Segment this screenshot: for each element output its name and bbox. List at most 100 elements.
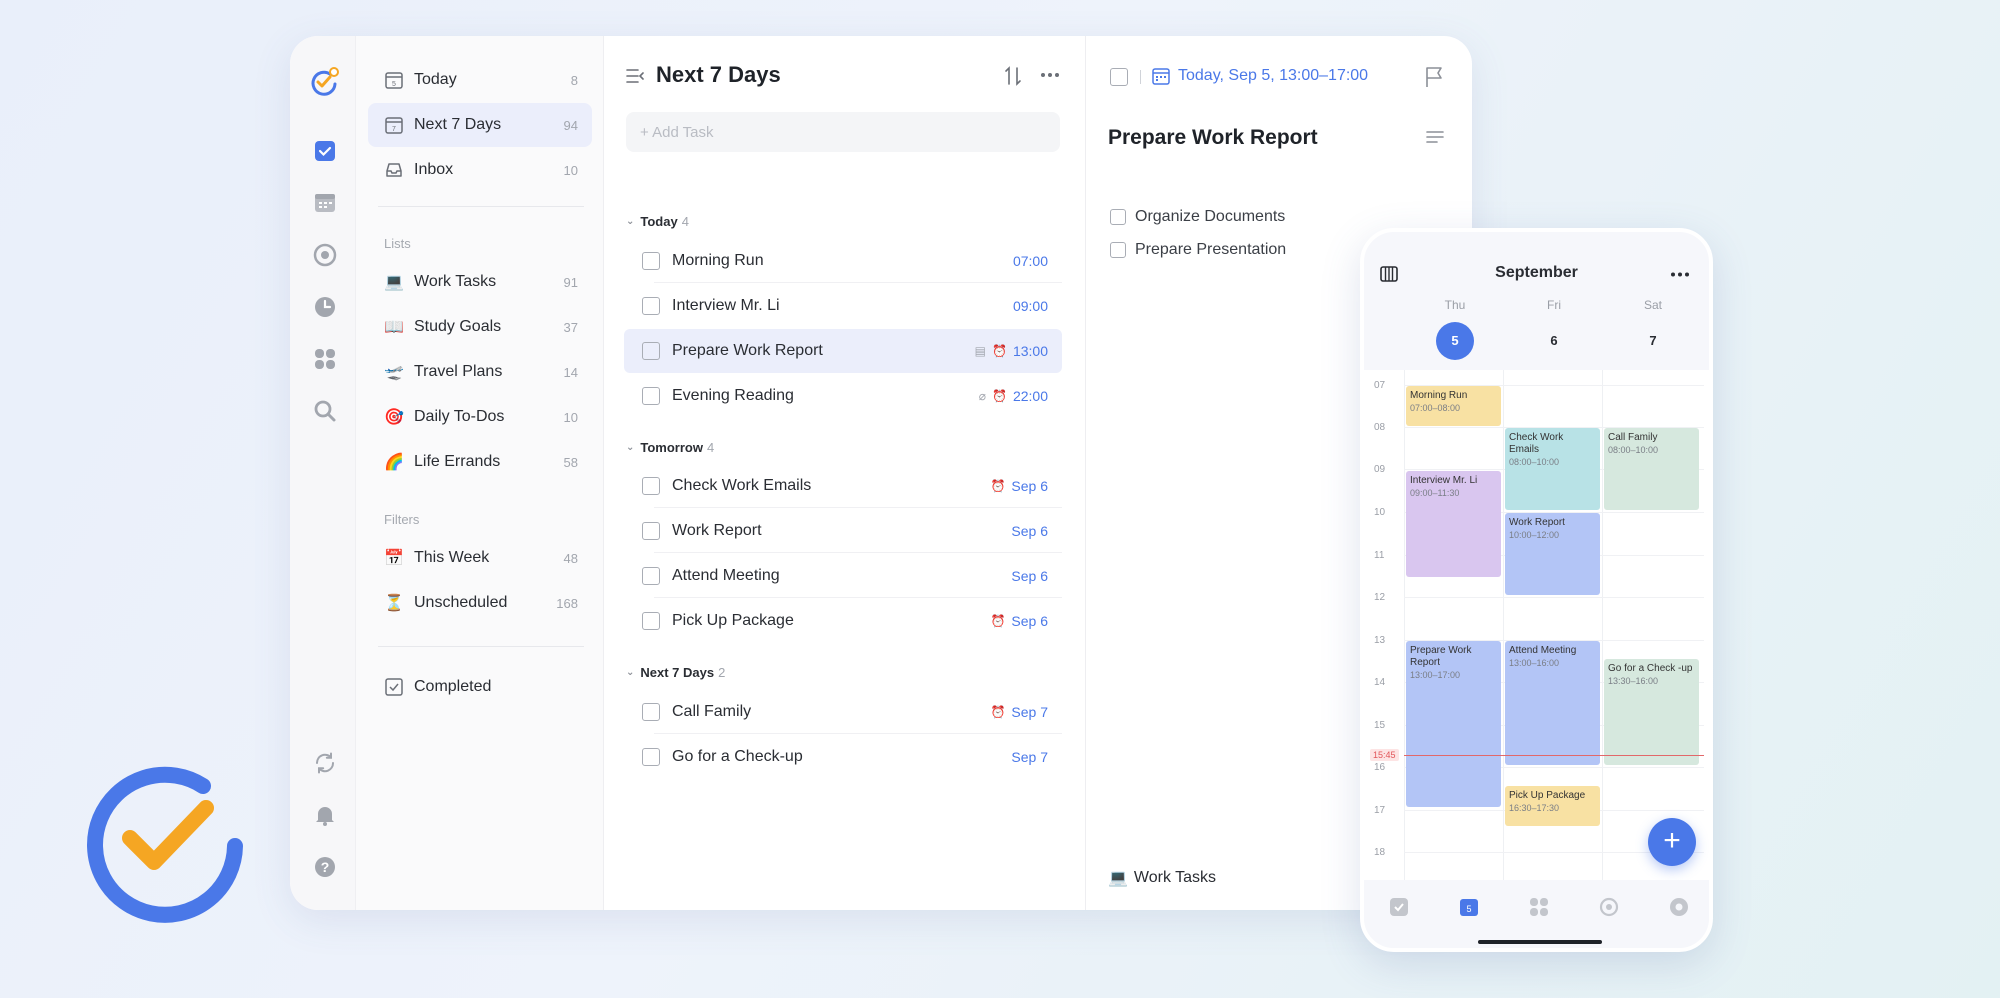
task-row[interactable]: Work Report Sep 6: [624, 509, 1062, 553]
sidebar-item-today[interactable]: 5 Today 8: [368, 58, 592, 102]
app-logo-icon[interactable]: [308, 66, 340, 98]
collapse-sidebar-icon[interactable]: [626, 68, 644, 84]
more-options-icon[interactable]: [1040, 72, 1060, 78]
description-menu-icon[interactable]: [1426, 130, 1444, 144]
task-row[interactable]: Morning Run 07:00: [624, 239, 1062, 283]
calendar-event[interactable]: Prepare Work Report 13:00–17:00: [1406, 641, 1501, 807]
calendar-event[interactable]: Go for a Check -up 13:30–16:00: [1604, 659, 1699, 765]
due-date-button[interactable]: Today, Sep 5, 13:00–17:00: [1152, 67, 1368, 85]
calendar-event[interactable]: Pick Up Package 16:30–17:30: [1505, 786, 1600, 826]
focus-tab-icon[interactable]: [1598, 896, 1620, 918]
tasks-tab-icon[interactable]: [1388, 896, 1410, 918]
subtask-item[interactable]: Organize Documents: [1110, 208, 1285, 226]
task-row[interactable]: Go for a Check-up Sep 7: [624, 735, 1062, 779]
alarm-icon: ⏰: [990, 614, 1006, 628]
matrix-tab-icon[interactable]: [1528, 896, 1550, 918]
priority-flag-icon[interactable]: [1424, 66, 1444, 88]
task-row[interactable]: Interview Mr. Li 09:00: [624, 284, 1062, 328]
sidebar-item-completed[interactable]: Completed: [368, 665, 592, 709]
add-event-fab[interactable]: +: [1648, 818, 1696, 866]
focus-tab-icon[interactable]: [312, 242, 338, 268]
sidebar-item-life-errands[interactable]: 🌈 Life Errands 58: [368, 440, 592, 484]
task-checkbox[interactable]: [642, 748, 660, 766]
task-row[interactable]: Check Work Emails ⏰ Sep 6: [624, 464, 1062, 508]
settings-tab-icon[interactable]: [1668, 896, 1690, 918]
task-row[interactable]: Call Family ⏰ Sep 7: [624, 690, 1062, 734]
task-checkbox[interactable]: [642, 703, 660, 721]
list-title: Next 7 Days: [656, 62, 781, 87]
day-number[interactable]: 6: [1535, 322, 1573, 360]
sidebar-item-work-tasks[interactable]: 💻 Work Tasks 91: [368, 260, 592, 304]
day-number[interactable]: 7: [1634, 322, 1672, 360]
calendar-event[interactable]: Attend Meeting 13:00–16:00: [1505, 641, 1600, 765]
hourglass-emoji-icon: ⏳: [384, 595, 404, 612]
subtask-checkbox[interactable]: [1110, 209, 1126, 225]
search-icon[interactable]: [312, 398, 338, 424]
list-selector[interactable]: 💻 Work Tasks: [1108, 868, 1216, 888]
task-checkbox[interactable]: [642, 387, 660, 405]
sidebar-item-next-7-days[interactable]: 7 Next 7 Days 94: [368, 103, 592, 147]
alarm-icon: ⏰: [992, 389, 1007, 403]
task-list-panel: Next 7 Days + Add Task ⌄ Today 4 Morning…: [604, 36, 1086, 910]
matrix-tab-icon[interactable]: [312, 346, 338, 372]
habit-tab-icon[interactable]: [312, 294, 338, 320]
group-header-tomorrow[interactable]: ⌄ Tomorrow 4: [626, 440, 714, 455]
hour-label: 13: [1374, 635, 1386, 646]
hour-label: 16: [1374, 762, 1386, 773]
column-divider: [1404, 370, 1405, 880]
sidebar-item-travel-plans[interactable]: 🛫 Travel Plans 14: [368, 350, 592, 394]
task-checkbox[interactable]: [642, 477, 660, 495]
hour-label: 10: [1374, 507, 1386, 518]
sidebar-item-daily-todos[interactable]: 🎯 Daily To-Dos 10: [368, 395, 592, 439]
hour-label: 12: [1374, 592, 1386, 603]
group-header-next-7-days[interactable]: ⌄ Next 7 Days 2: [626, 665, 725, 680]
tasks-tab-icon[interactable]: [312, 138, 338, 164]
subtask-checkbox[interactable]: [1110, 242, 1126, 258]
attachment-icon: ⌀: [978, 389, 986, 403]
calendar-event[interactable]: Check Work Emails 08:00–10:00: [1505, 428, 1600, 510]
row-divider: [654, 733, 1062, 734]
calendar-icon: [1152, 68, 1170, 85]
calendar-event[interactable]: Morning Run 07:00–08:00: [1406, 386, 1501, 426]
sidebar-item-inbox[interactable]: Inbox 10: [368, 148, 592, 192]
subtask-item[interactable]: Prepare Presentation: [1110, 241, 1286, 259]
calendar-event[interactable]: Interview Mr. Li 09:00–11:30: [1406, 471, 1501, 577]
task-checkbox[interactable]: [642, 522, 660, 540]
more-options-icon[interactable]: [1670, 272, 1690, 277]
add-task-input[interactable]: + Add Task: [626, 112, 1060, 152]
sidebar-item-unscheduled[interactable]: ⏳ Unscheduled 168: [368, 581, 592, 625]
calendar-day-icon: 5: [384, 71, 404, 89]
checkbox-checked-icon: [384, 678, 404, 696]
home-indicator: [1478, 940, 1602, 944]
svg-text:5: 5: [1466, 904, 1471, 914]
help-icon[interactable]: ?: [312, 854, 338, 880]
task-checkbox[interactable]: [642, 342, 660, 360]
calendar-tab-icon[interactable]: [312, 190, 338, 216]
calendar-event[interactable]: Call Family 08:00–10:00: [1604, 428, 1699, 510]
group-header-today[interactable]: ⌄ Today 4: [626, 214, 689, 229]
lists-header: Lists: [384, 236, 411, 251]
calendar-tab-icon[interactable]: 5: [1458, 896, 1480, 918]
detail-checkbox[interactable]: [1110, 68, 1128, 86]
task-checkbox[interactable]: [642, 612, 660, 630]
sidebar-item-this-week[interactable]: 📅 This Week 48: [368, 536, 592, 580]
app-logo-large-icon: [87, 766, 243, 923]
sidebar-item-study-goals[interactable]: 📖 Study Goals 37: [368, 305, 592, 349]
task-checkbox[interactable]: [642, 297, 660, 315]
sort-icon[interactable]: [1004, 66, 1022, 86]
task-checkbox[interactable]: [642, 567, 660, 585]
sync-icon[interactable]: [312, 750, 338, 776]
nav-rail: ?: [290, 36, 356, 910]
day-number-today[interactable]: 5: [1436, 322, 1474, 360]
task-checkbox[interactable]: [642, 252, 660, 270]
task-title[interactable]: Prepare Work Report: [1108, 126, 1318, 150]
filters-header: Filters: [384, 512, 420, 527]
task-row[interactable]: Pick Up Package ⏰ Sep 6: [624, 599, 1062, 643]
task-row[interactable]: Attend Meeting Sep 6: [624, 554, 1062, 598]
task-row-selected[interactable]: Prepare Work Report ▤ ⏰ 13:00: [624, 329, 1062, 373]
svg-text:?: ?: [321, 859, 330, 875]
row-divider: [654, 282, 1062, 283]
calendar-event[interactable]: Work Report 10:00–12:00: [1505, 513, 1600, 595]
notification-bell-icon[interactable]: [312, 802, 338, 828]
task-row[interactable]: Evening Reading ⌀ ⏰ 22:00: [624, 374, 1062, 418]
